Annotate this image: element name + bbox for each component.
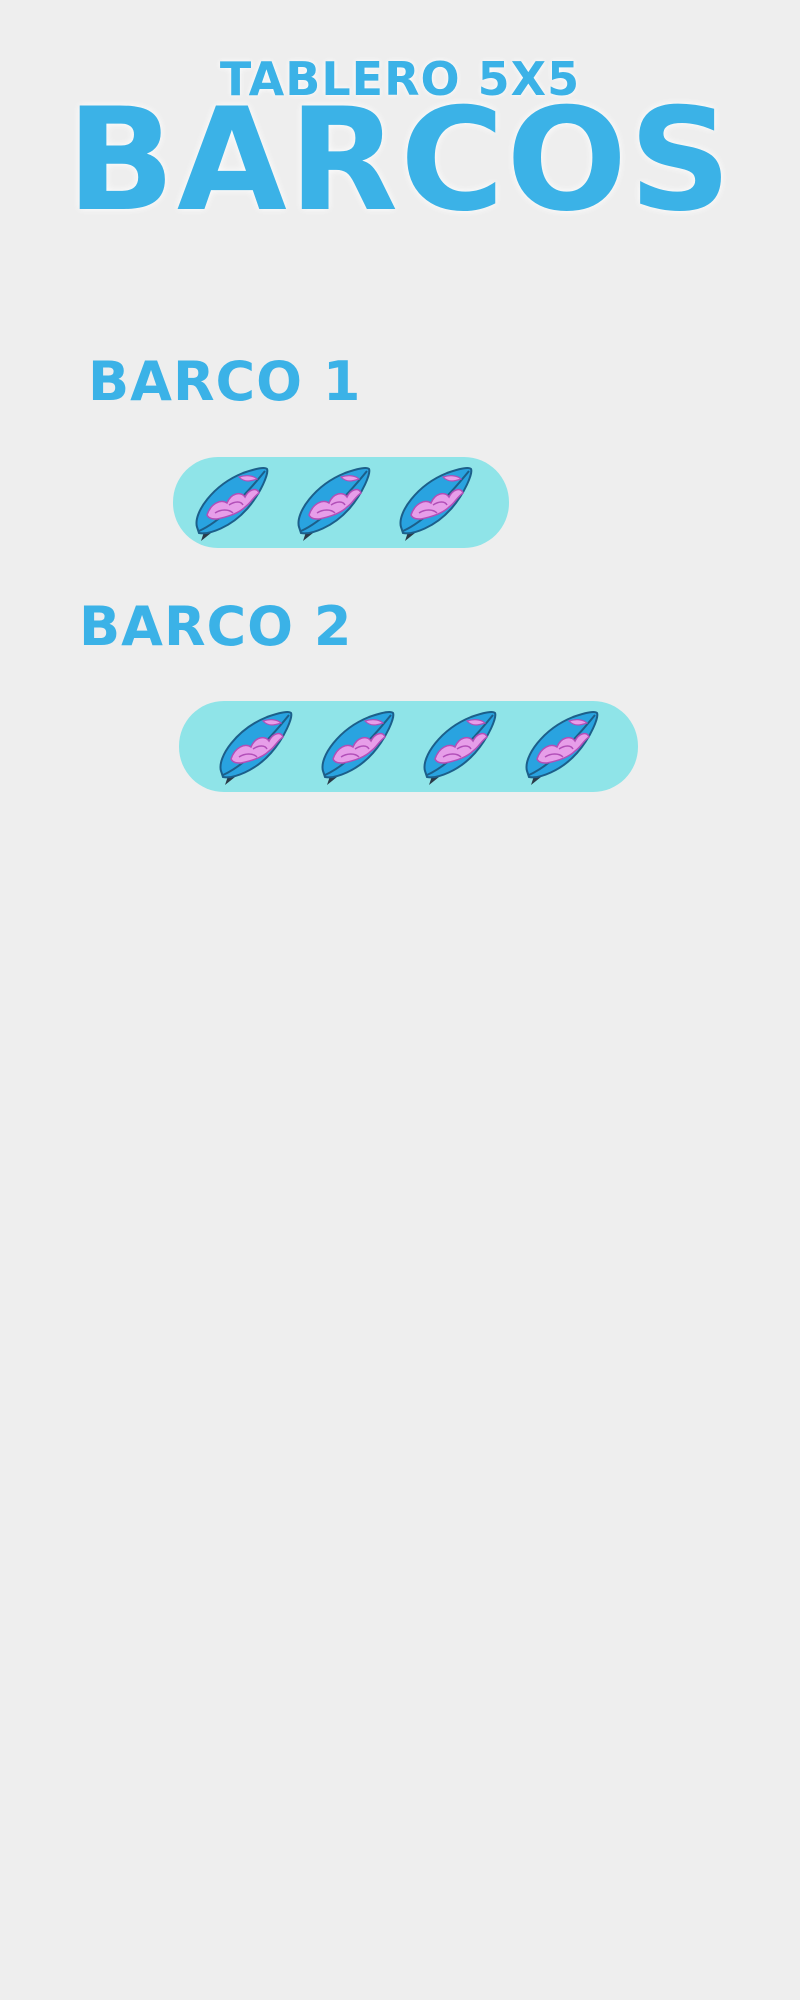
surfboard-icon bbox=[321, 710, 395, 785]
surfboard-icon bbox=[525, 710, 599, 785]
surfboard-icon bbox=[219, 710, 293, 785]
ship-1-label: BARCO 1 bbox=[88, 350, 362, 413]
surfboard-icon bbox=[195, 466, 269, 541]
ship-1-bar[interactable] bbox=[173, 457, 509, 548]
ship-2-bar[interactable] bbox=[179, 701, 638, 792]
surfboard-icon bbox=[399, 466, 473, 541]
surfboard-icon bbox=[297, 466, 371, 541]
ship-2-label: BARCO 2 bbox=[79, 595, 353, 658]
page-title: BARCOS bbox=[66, 78, 734, 243]
surfboard-icon bbox=[423, 710, 497, 785]
